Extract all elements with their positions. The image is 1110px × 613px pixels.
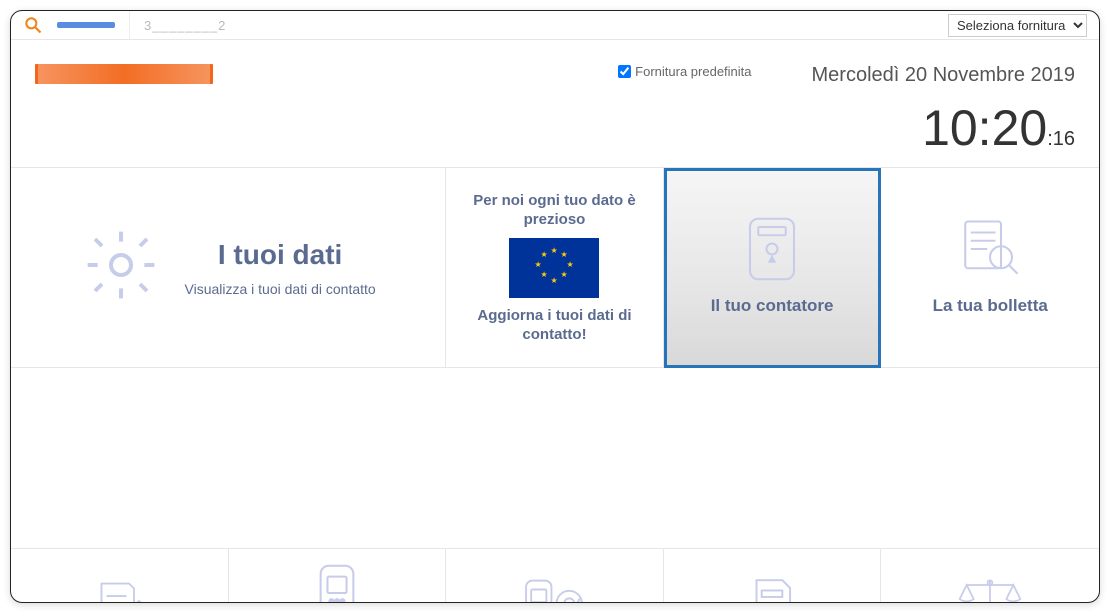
contract-icon bbox=[89, 574, 149, 603]
eu-flag-icon: ★ ★ ★ ★ ★ ★ ★ ★ bbox=[509, 238, 599, 298]
at-phone-icon bbox=[521, 574, 587, 603]
default-supply-checkbox[interactable]: Fornitura predefinita bbox=[618, 64, 751, 79]
tile-your-data[interactable]: I tuoi dati Visualizza i tuoi dati di co… bbox=[11, 168, 446, 368]
date-time: Mercoledì 20 Novembre 2019 10:20:16 bbox=[812, 64, 1075, 157]
tile-your-bill[interactable]: La tua bolletta bbox=[881, 168, 1099, 368]
current-date: Mercoledì 20 Novembre 2019 bbox=[812, 64, 1075, 87]
search-icon[interactable] bbox=[23, 15, 43, 35]
tiles-row-1: I tuoi dati Visualizza i tuoi dati di co… bbox=[11, 167, 1099, 548]
supply-select[interactable]: Seleziona fornitura bbox=[948, 14, 1087, 37]
tile-consent-management[interactable]: Gestione consensi bbox=[446, 549, 664, 603]
tile-subtitle: Visualizza i tuoi dati di contatto bbox=[185, 281, 376, 297]
default-supply-input[interactable] bbox=[618, 65, 631, 78]
meter-icon bbox=[744, 217, 800, 281]
time-sec: :16 bbox=[1047, 128, 1075, 150]
customer-name-redacted bbox=[35, 64, 213, 84]
bill-search-icon bbox=[957, 217, 1023, 281]
current-time: 10:20:16 bbox=[812, 99, 1075, 157]
tile-upload-documents[interactable]: Carica i tuoi documenti bbox=[664, 549, 882, 603]
eu-top-text: Per noi ogni tuo dato è prezioso bbox=[458, 191, 651, 230]
tile-title: I tuoi dati bbox=[185, 239, 376, 271]
tile-contact-us[interactable]: Contattaci Le tue richieste bbox=[229, 549, 447, 603]
redacted-logo-bar bbox=[57, 22, 115, 28]
tile-your-contract[interactable]: Il tuo contratto bbox=[11, 549, 229, 603]
info-row: Fornitura predefinita Mercoledì 20 Novem… bbox=[11, 40, 1099, 167]
divider bbox=[129, 11, 130, 39]
tile-your-meter[interactable]: Il tuo contatore bbox=[664, 168, 882, 368]
tile-your-data-text: I tuoi dati Visualizza i tuoi dati di co… bbox=[185, 239, 376, 297]
account-id-redacted[interactable]: 3________2 bbox=[144, 18, 226, 33]
tile-eu-data[interactable]: Per noi ogni tuo dato è prezioso ★ ★ ★ ★… bbox=[446, 168, 664, 368]
default-supply-label: Fornitura predefinita bbox=[635, 64, 751, 79]
eu-bottom-text: Aggiorna i tuoi dati di contatto! bbox=[458, 306, 651, 345]
phone-icon bbox=[313, 561, 361, 603]
dashboard-frame: 3________2 Seleziona fornitura Fornitura… bbox=[10, 10, 1100, 603]
top-bar: 3________2 Seleziona fornitura bbox=[11, 11, 1099, 40]
tile-title: Il tuo contatore bbox=[711, 295, 834, 317]
scales-icon: GDPR bbox=[955, 574, 1025, 603]
upload-doc-icon bbox=[745, 574, 799, 603]
gear-icon bbox=[81, 225, 161, 310]
tiles-row-2: Il tuo contratto Contattaci Le tue richi… bbox=[11, 548, 1099, 603]
tile-gdpr[interactable]: GDPR GDPR i tuoi diritti bbox=[881, 549, 1099, 603]
tile-title: La tua bolletta bbox=[933, 295, 1048, 317]
time-hm: 10:20 bbox=[922, 100, 1047, 156]
